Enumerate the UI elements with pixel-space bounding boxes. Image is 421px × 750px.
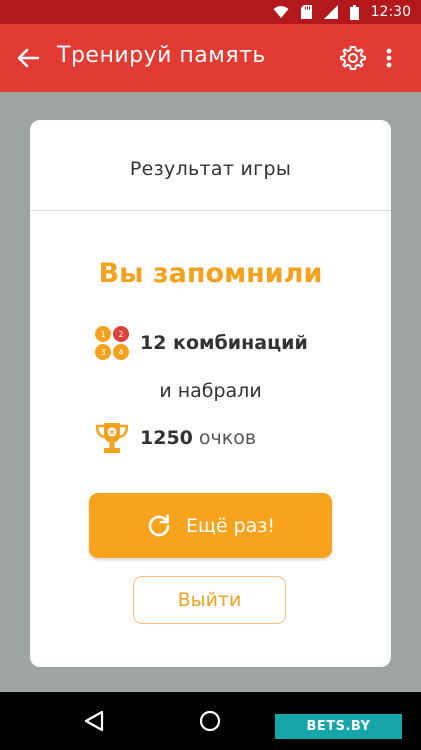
nav-home-button[interactable] — [195, 706, 225, 736]
score-unit: очков — [198, 427, 257, 449]
score-value: 1250 — [140, 427, 193, 449]
refresh-icon — [148, 513, 170, 536]
status-time: 12:30 — [370, 4, 411, 20]
back-button[interactable] — [10, 40, 46, 76]
watermark: BETS.BY — [275, 714, 402, 739]
divider — [30, 210, 391, 211]
settings-button[interactable] — [336, 41, 370, 75]
svg-text:4: 4 — [118, 348, 123, 357]
status-bar: 12:30 — [0, 0, 421, 24]
nav-back-triangle-icon — [84, 710, 104, 732]
nav-back-button[interactable] — [79, 706, 109, 736]
result-dialog: Результат игры Вы запомнили 1 2 3 4 12 к… — [30, 120, 391, 667]
svg-text:3: 3 — [100, 348, 105, 357]
exit-button[interactable]: Выйти — [133, 576, 286, 624]
battery-icon — [349, 4, 359, 20]
status-icons: 12:30 — [273, 3, 411, 21]
score-row: 1250 очков — [94, 420, 256, 456]
combinations-row: 1 2 3 4 12 комбинаций — [94, 325, 308, 361]
exit-label: Выйти — [177, 589, 242, 611]
app-title: Тренируй память — [57, 43, 266, 68]
sd-card-icon — [300, 5, 312, 19]
app-bar: Тренируй память — [0, 24, 421, 92]
retry-label: Ещё раз! — [185, 514, 276, 537]
more-vertical-icon — [386, 48, 392, 68]
and-scored-text: и набрали — [159, 380, 262, 402]
headline: Вы запомнили — [98, 258, 323, 289]
combination-dots-icon: 1 2 3 4 — [95, 326, 129, 360]
svg-text:2: 2 — [118, 330, 123, 339]
trophy-icon — [95, 423, 129, 453]
signal-icon — [323, 5, 338, 19]
arrow-left-icon — [17, 48, 39, 68]
wifi-icon — [273, 6, 289, 18]
svg-text:1: 1 — [100, 330, 105, 339]
nav-home-circle-icon — [199, 710, 221, 732]
gear-icon — [340, 46, 366, 70]
more-options-button[interactable] — [378, 41, 400, 75]
retry-button[interactable]: Ещё раз! — [89, 493, 332, 558]
combinations-count: 12 комбинаций — [140, 332, 308, 354]
dialog-title: Результат игры — [129, 158, 292, 180]
watermark-text: BETS.BY — [306, 719, 371, 734]
